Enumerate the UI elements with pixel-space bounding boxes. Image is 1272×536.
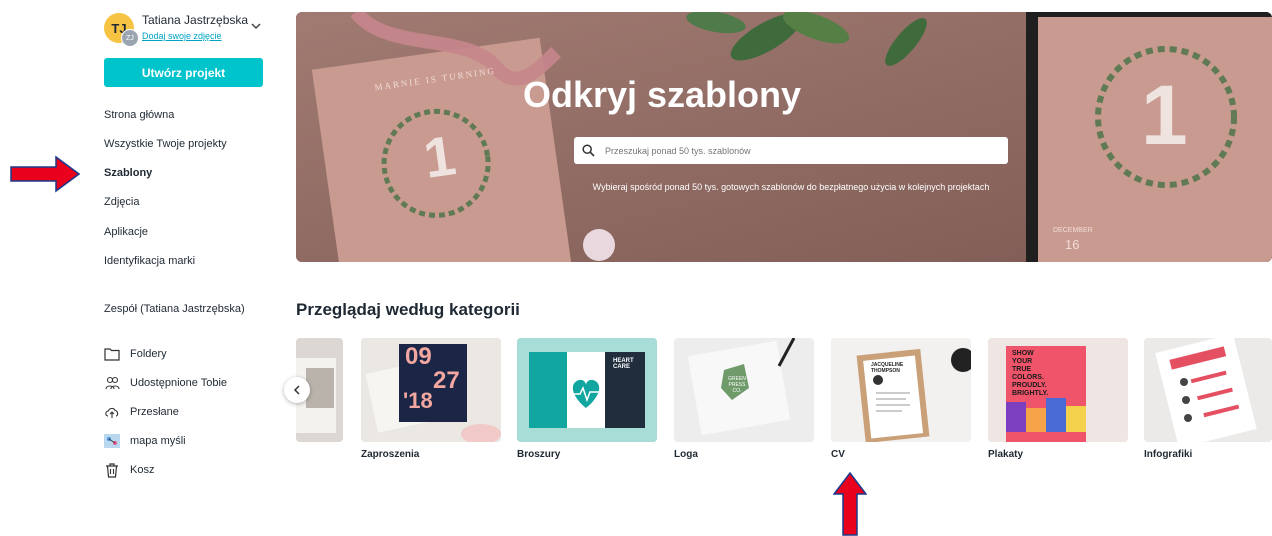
sidebar-item-label: Foldery: [130, 348, 167, 360]
team-label[interactable]: Zespół (Tatiana Jastrzębska): [104, 303, 245, 315]
categories-title: Przeglądaj według kategorii: [296, 300, 520, 319]
sidebar-item-mindmap[interactable]: mapa myśli: [104, 433, 186, 449]
chevron-down-icon[interactable]: [251, 19, 261, 33]
category-label-invitations[interactable]: Zaproszenia: [361, 449, 419, 460]
category-card-brochures[interactable]: HEART CARE: [517, 338, 657, 442]
hero-subtitle: Wybieraj spośród ponad 50 tys. gotowych …: [592, 182, 990, 192]
poster-line: YOUR: [1012, 358, 1033, 365]
trash-icon: [104, 462, 120, 478]
category-label-cv[interactable]: CV: [831, 449, 845, 460]
logo-text: GREEN PRESS CO.: [728, 376, 746, 394]
create-project-button[interactable]: Utwórz projekt: [104, 58, 263, 87]
invitation-date-3: '18: [403, 388, 433, 413]
poster-line: PROUDLY.: [1012, 382, 1047, 389]
search-icon: [582, 144, 595, 157]
template-search[interactable]: [574, 137, 1008, 164]
shared-users-icon: [104, 375, 120, 391]
poster-line: COLORS.: [1012, 374, 1044, 381]
sidebar-item-photos[interactable]: Zdjęcia: [104, 196, 139, 208]
category-card-posters[interactable]: SHOW YOUR TRUE COLORS. PROUDLY. BRIGHTLY…: [988, 338, 1128, 442]
hero-card-number-right: 1: [1141, 68, 1188, 162]
sidebar-item-apps[interactable]: Aplikacje: [104, 226, 148, 238]
sidebar-item-label: Udostępnione Tobie: [130, 377, 228, 389]
cv-name: JACQUELINE THOMPSON: [871, 362, 904, 374]
upload-cloud-icon: [104, 404, 120, 420]
brochure-text: HEART CARE: [613, 358, 634, 370]
poster-line: TRUE: [1012, 366, 1032, 373]
sidebar-item-label: mapa myśli: [130, 435, 186, 447]
poster-line: BRIGHTLY.: [1012, 390, 1049, 397]
search-input[interactable]: [603, 144, 987, 157]
invitation-date-1: 09: [405, 343, 432, 370]
sidebar-item-templates[interactable]: Szablony: [104, 167, 152, 179]
poster-text: SHOW YOUR TRUE COLORS. PROUDLY. BRIGHTLY…: [1012, 350, 1048, 398]
user-name: Tatiana Jastrzębska: [142, 13, 249, 27]
category-card-invitations[interactable]: 09 27 '18: [361, 338, 501, 442]
add-photo-link[interactable]: Dodaj swoje zdjęcie: [142, 31, 222, 41]
sidebar-item-label: Przesłane: [130, 406, 179, 418]
poster-line: SHOW: [1012, 350, 1034, 357]
carousel-prev-button[interactable]: [284, 377, 310, 403]
category-card-logos[interactable]: GREEN PRESS CO.: [674, 338, 814, 442]
chevron-left-icon: [293, 385, 300, 395]
category-label-posters[interactable]: Plakaty: [988, 449, 1023, 460]
category-label-brochures[interactable]: Broszury: [517, 449, 560, 460]
annotation-arrow-right-icon: [10, 155, 80, 193]
mindmap-thumbnail-icon: [104, 433, 120, 449]
hero-card-month: DECEMBER: [1053, 227, 1093, 234]
hero-card-day: 16: [1065, 237, 1080, 252]
folder-icon: [104, 346, 120, 362]
sidebar-item-trash[interactable]: Kosz: [104, 462, 154, 478]
category-card-infographics[interactable]: [1144, 338, 1272, 442]
hero-title: Odkryj szablony: [522, 74, 802, 115]
sidebar-item-folders[interactable]: Foldery: [104, 346, 167, 362]
category-label-infographics[interactable]: Infografiki: [1144, 449, 1192, 460]
annotation-arrow-up-icon: [833, 472, 867, 536]
category-label-logos[interactable]: Loga: [674, 449, 698, 460]
sidebar-item-uploads[interactable]: Przesłane: [104, 404, 179, 420]
sidebar-item-shared[interactable]: Udostępnione Tobie: [104, 375, 227, 391]
team-avatar-badge: ZJ: [121, 29, 139, 47]
invitation-date-2: 27: [433, 367, 460, 394]
sidebar-item-home[interactable]: Strona główna: [104, 109, 174, 121]
sidebar-item-brand-kit[interactable]: Identyfikacja marki: [104, 255, 195, 267]
sidebar-item-label: Kosz: [130, 464, 155, 476]
category-card-cv[interactable]: JACQUELINE THOMPSON: [831, 338, 971, 442]
sidebar-item-all-projects[interactable]: Wszystkie Twoje projekty: [104, 138, 227, 150]
